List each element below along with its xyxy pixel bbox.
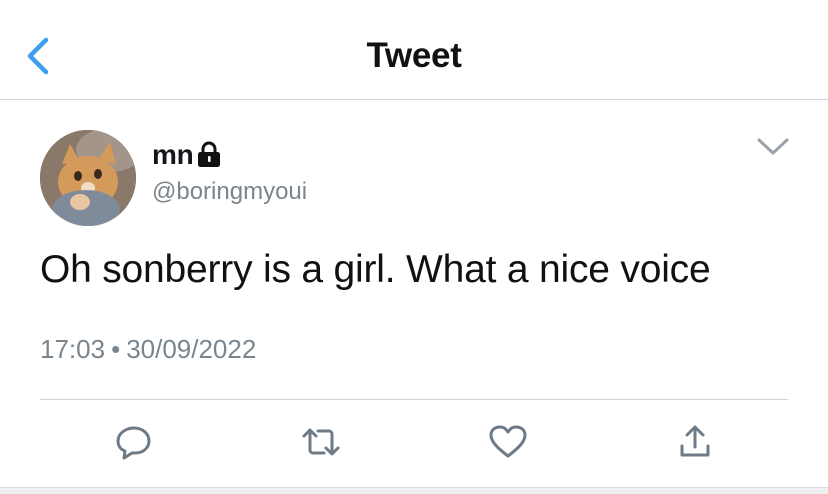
reply-button[interactable] <box>112 420 156 464</box>
tweet-time: 17:03 <box>40 334 106 364</box>
user-handle: @boringmyoui <box>152 178 308 205</box>
share-button[interactable] <box>673 420 717 464</box>
page-title: Tweet <box>366 36 462 75</box>
lock-icon <box>196 141 222 169</box>
retweet-button[interactable] <box>299 420 343 464</box>
tweet-text: Oh sonberry is a girl. What a nice voice <box>40 248 711 291</box>
share-icon <box>680 425 710 457</box>
tweet-timestamp: 17:03 • 30/09/2022 <box>40 334 256 365</box>
avatar-image <box>40 130 136 226</box>
meta-separator: • <box>111 334 121 364</box>
reply-icon <box>116 426 151 460</box>
retweet-icon <box>302 428 340 456</box>
chevron-down-icon <box>757 138 789 155</box>
avatar[interactable] <box>40 130 136 226</box>
more-options-button[interactable] <box>752 130 794 164</box>
top-bar: Tweet <box>0 0 828 100</box>
divider <box>40 399 788 400</box>
author-name-row[interactable]: mn <box>152 137 222 173</box>
like-button[interactable] <box>486 420 530 464</box>
heart-icon <box>489 425 527 458</box>
bottom-strip <box>0 487 828 494</box>
tweet-date: 30/09/2022 <box>126 334 257 364</box>
display-name: mn <box>152 139 194 170</box>
